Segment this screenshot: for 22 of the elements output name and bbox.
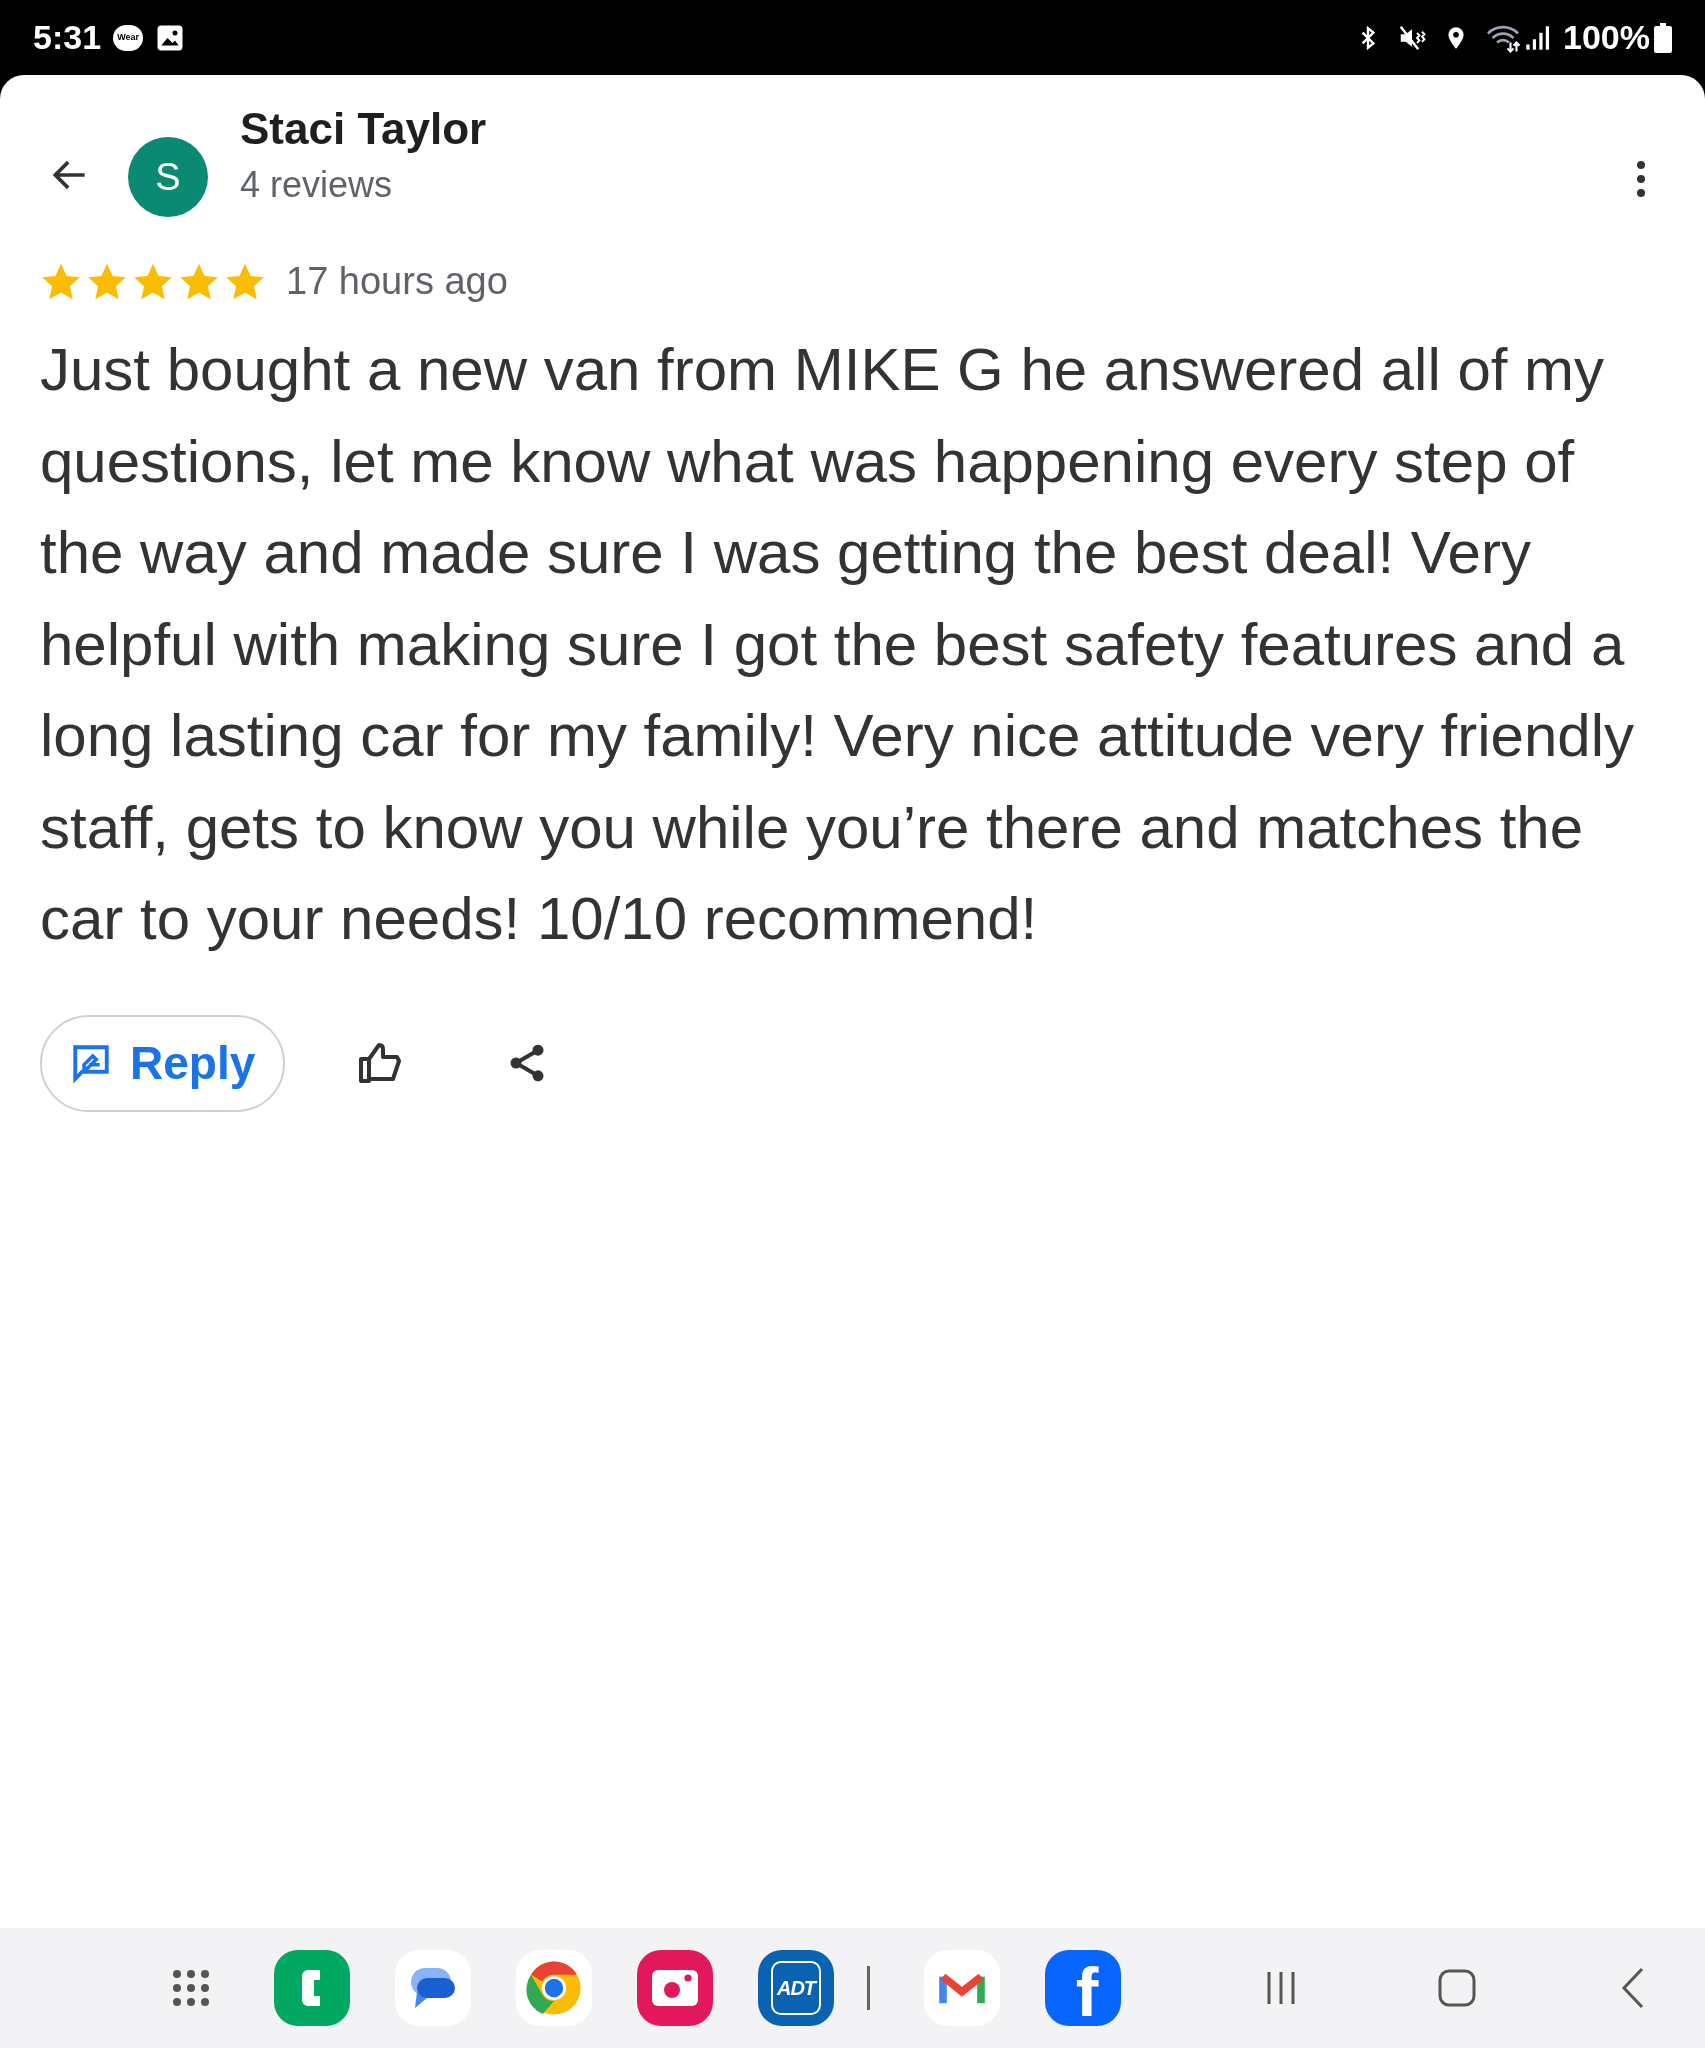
security-app-icon[interactable]: ADT <box>758 1950 834 2026</box>
wear-badge: Wear <box>113 24 144 51</box>
social-app-icon[interactable]: f <box>1045 1950 1121 2026</box>
phone-app-icon[interactable] <box>274 1950 350 2026</box>
avatar: S <box>128 137 208 217</box>
mail-app-icon[interactable] <box>924 1950 1000 2026</box>
edit-message-icon <box>70 1042 112 1084</box>
browser-app-icon[interactable] <box>516 1950 592 2026</box>
review-time: 17 hours ago <box>286 259 508 304</box>
battery-percent: 100% <box>1563 17 1650 58</box>
rounded-square-icon <box>1437 1968 1477 2008</box>
reviewer-name: Staci Taylor <box>240 103 487 155</box>
chat-bubble-app-icon[interactable] <box>395 1950 471 2026</box>
more-vertical-icon <box>1636 159 1646 199</box>
review-count: 4 reviews <box>240 163 394 207</box>
camera-app-icon[interactable] <box>637 1950 713 2026</box>
signal-icon <box>1525 24 1552 51</box>
dot-grid-icon <box>171 1968 211 2008</box>
status-time: 5:31 <box>33 17 102 58</box>
reply-button[interactable]: Reply <box>40 1014 286 1112</box>
battery-icon <box>1654 22 1672 53</box>
review-text: Just bought a new van from MIKE G he answered all of my questions, let me know what was happening every step of the way and made sure I was getting the best deal! Very helpful with making sure I got the best safety features and a long lasting car for my family! Very nice attitude very friendly staff, gets to know you while you’re there and matches the car to your needs! 10/10 recommend! <box>40 335 1635 954</box>
